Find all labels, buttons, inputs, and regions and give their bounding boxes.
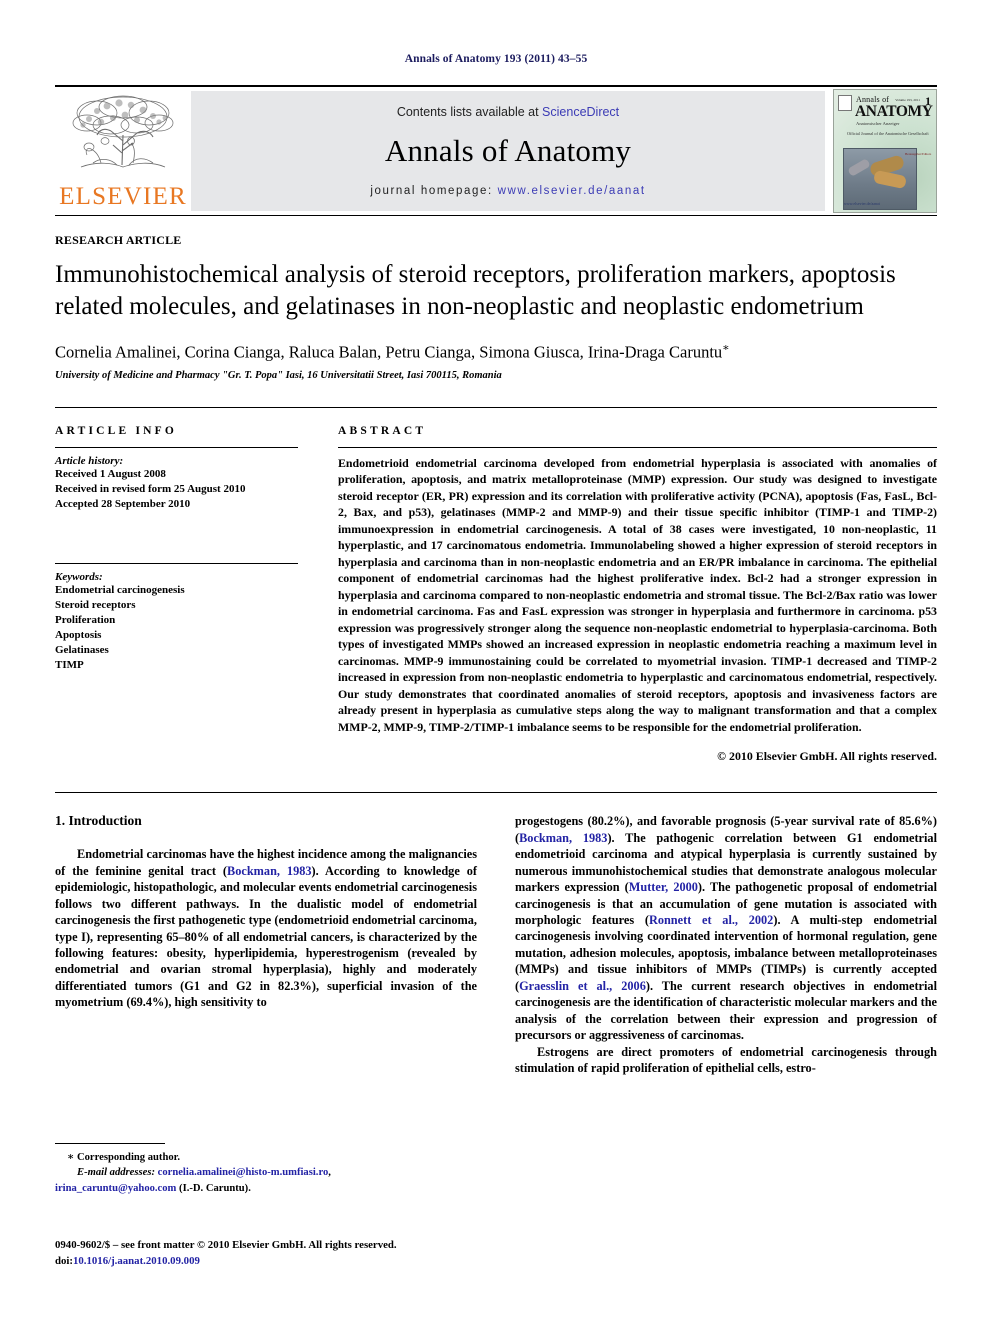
corresponding-author-marker: ∗: [722, 342, 730, 354]
keyword-item: TIMP: [55, 658, 84, 671]
masthead-bottom-rule: [55, 215, 937, 216]
corresponding-author-label: Corresponding author.: [76, 1152, 181, 1163]
cover-caption: www.elsevier.de/aanat: [844, 201, 880, 206]
article-history-item: Received in revised form 25 August 2010: [55, 482, 246, 495]
body-column-left: 1. Introduction Endometrial carcinomas h…: [55, 813, 477, 1077]
info-abstract-section: ARTICLE INFO Article history: Received 1…: [55, 406, 937, 764]
article-type-label: RESEARCH ARTICLE: [55, 233, 182, 247]
paragraph: Endometrial carcinomas have the highest …: [55, 846, 477, 1011]
elsevier-logo: ELSEVIER: [55, 87, 191, 215]
keyword-item: Steroid receptors: [55, 599, 136, 612]
affiliation: University of Medicine and Pharmacy "Gr.…: [55, 369, 502, 381]
section-heading-introduction: 1. Introduction: [55, 813, 142, 829]
journal-cover-thumbnail: 1 Volume 193, 2011 Annals of ANATOMY Ana…: [833, 89, 937, 213]
cover-title-line2: ANATOMY: [855, 103, 933, 120]
author-names: Cornelia Amalinei, Corina Cianga, Raluca…: [55, 342, 723, 362]
sciencedirect-link[interactable]: ScienceDirect: [542, 105, 619, 119]
journal-masthead: ELSEVIER Contents lists available at Sci…: [55, 85, 937, 215]
issn-line: 0940-9602/$ – see front matter © 2010 El…: [55, 1239, 397, 1251]
cover-subtitle: Anatomischer Anzeiger: [856, 120, 900, 126]
email-link-1[interactable]: cornelia.amalinei@histo-m.umfiasi.ro: [158, 1167, 329, 1178]
abstract-text: Endometrioid endometrial carcinoma devel…: [338, 455, 937, 734]
email-attribution: (I.-D. Caruntu).: [179, 1182, 251, 1194]
paragraph: progestogens (80.2%), and favorable prog…: [515, 813, 937, 1044]
email-line-2: irina_caruntu@yahoo.com (I.-D. Caruntu).: [55, 1181, 477, 1196]
abstract-column: ABSTRACT Endometrioid endometrial carcin…: [338, 425, 937, 764]
article-info-rule: [55, 446, 298, 448]
keyword-item: Proliferation: [55, 614, 116, 627]
doi-link[interactable]: 10.1016/j.aanat.2010.09.009: [73, 1255, 200, 1267]
doi-line: doi:10.1016/j.aanat.2010.09.009: [55, 1253, 555, 1269]
running-head: Annals of Anatomy 193 (2011) 43–55: [404, 53, 588, 65]
abstract-rule: [338, 446, 937, 448]
citation-link[interactable]: Ronnett et al., 2002: [649, 913, 773, 927]
paragraph: Estrogens are direct promoters of endome…: [515, 1044, 937, 1077]
corresponding-author-note: ∗ Corresponding author.: [55, 1150, 477, 1165]
article-history-label: Article history:: [55, 454, 124, 467]
journal-band: Contents lists available at ScienceDirec…: [191, 91, 825, 211]
footnote-block: ∗ Corresponding author. E-mail addresses…: [55, 1143, 477, 1196]
journal-title: Annals of Anatomy: [384, 133, 632, 168]
keyword-item: Apoptosis: [55, 629, 102, 641]
elsevier-tree-icon: [72, 95, 174, 168]
email-separator: ,: [328, 1167, 331, 1179]
citation-link[interactable]: Bockman, 1983: [519, 831, 607, 845]
homepage-url-link[interactable]: www.elsevier.de/aanat: [498, 185, 646, 197]
keyword-item: Gelatinases: [55, 643, 109, 656]
article-body: 1. Introduction Endometrial carcinomas h…: [55, 792, 937, 1077]
article-info-heading: ARTICLE INFO: [55, 424, 178, 437]
contents-prefix: Contents lists available at: [396, 105, 543, 119]
cover-title-block: Annals of ANATOMY Anatomischer Anzeiger …: [834, 90, 936, 136]
cover-society-line: Official Journal of the Anatomische Gese…: [847, 130, 929, 136]
paragraph-text: Estrogens are direct promoters of endome…: [515, 1044, 937, 1076]
email-line-1: E-mail addresses: cornelia.amalinei@hist…: [55, 1165, 477, 1180]
abstract-heading: ABSTRACT: [338, 424, 427, 437]
body-column-right: progestogens (80.2%), and favorable prog…: [515, 813, 937, 1077]
cover-photo-object-2: [872, 169, 908, 190]
doi-label: doi:: [55, 1255, 73, 1268]
elsevier-wordmark: ELSEVIER: [59, 183, 187, 210]
paper-page: Annals of Anatomy 193 (2011) 43–55 ELSEV…: [0, 0, 992, 1323]
copyright-line: © 2010 Elsevier GmbH. All rights reserve…: [717, 749, 937, 764]
keywords-label: Keywords:: [55, 571, 103, 584]
keywords-rule: [55, 563, 298, 565]
citation-link[interactable]: Bockman, 1983: [227, 864, 312, 878]
keyword-item: Endometrial carcinogenesis: [55, 584, 185, 597]
cover-editors-text: Herausgeber/Editors: [905, 152, 932, 156]
article-history-item: Received 1 August 2008: [55, 467, 166, 480]
author-list: Cornelia Amalinei, Corina Cianga, Raluca…: [55, 341, 937, 363]
email-addresses-label: E-mail addresses:: [77, 1167, 155, 1179]
journal-homepage-line: journal homepage: www.elsevier.de/aanat: [370, 185, 645, 197]
cover-photo-object-3: [847, 158, 871, 177]
page-title: Immunohistochemical analysis of steroid …: [55, 261, 896, 320]
homepage-prefix: journal homepage:: [370, 185, 498, 197]
keywords-block: Keywords: Endometrial carcinogenesis Ste…: [55, 563, 298, 672]
paragraph-text: ). According to knowledge of epidemiolog…: [55, 863, 477, 1010]
contents-available-line: Contents lists available at ScienceDirec…: [397, 105, 619, 119]
article-history-item: Accepted 28 September 2010: [55, 497, 191, 510]
email-link-2[interactable]: irina_caruntu@yahoo.com: [55, 1183, 176, 1194]
article-info-column: ARTICLE INFO Article history: Received 1…: [55, 425, 298, 764]
issn-copyright-block: 0940-9602/$ – see front matter © 2010 El…: [55, 1237, 555, 1269]
citation-link[interactable]: Graesslin et al., 2006: [519, 979, 646, 993]
citation-link[interactable]: Mutter, 2000: [629, 880, 698, 894]
corresponding-author-star: ∗: [67, 1152, 75, 1163]
footnote-rule: [55, 1143, 165, 1144]
